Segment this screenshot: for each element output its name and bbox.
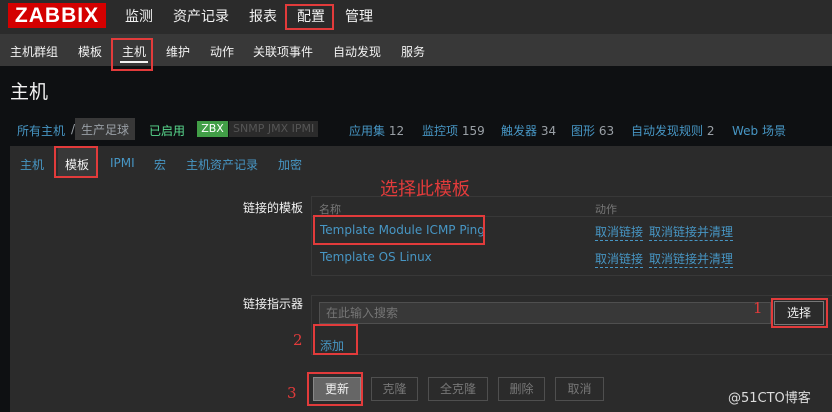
tab-inventory[interactable]: 主机资产记录 [186, 156, 258, 173]
breadcrumb-all-hosts[interactable]: 所有主机 [17, 122, 65, 139]
topnav-reports[interactable]: 报表 [249, 6, 277, 26]
subnav-actions[interactable]: 动作 [210, 43, 234, 60]
other-availability-badges: SNMP JMX IPMI [229, 121, 319, 137]
unlink-and-clear-button[interactable]: 取消链接并清理 [649, 250, 734, 268]
crumb-graphs[interactable]: 图形 63 [571, 122, 614, 139]
breadcrumb-current-host[interactable]: 生产足球 [75, 118, 136, 140]
link-indicator-label: 链接指示器 [243, 297, 304, 311]
subnav-maintenance[interactable]: 维护 [166, 43, 190, 60]
crumb-applications[interactable]: 应用集 12 [349, 122, 404, 139]
linked-templates-label: 链接的模板 [243, 201, 304, 215]
template-link-os-linux[interactable]: Template OS Linux [320, 250, 432, 264]
crumb-triggers[interactable]: 触发器 34 [501, 122, 556, 139]
topnav-monitoring[interactable]: 监测 [125, 6, 153, 26]
zabbix-logo[interactable]: ZABBIX [8, 3, 106, 28]
column-action-header: 动作 [595, 203, 617, 216]
subnav-correlation[interactable]: 关联项事件 [253, 43, 313, 60]
topnav-administration[interactable]: 管理 [345, 6, 373, 26]
host-status-enabled[interactable]: 已启用 [149, 122, 185, 139]
crumb-web-scenarios[interactable]: Web 场景 [732, 122, 786, 139]
subnav-discovery[interactable]: 自动发现 [333, 43, 381, 60]
tab-encryption[interactable]: 加密 [278, 156, 302, 173]
zbx-availability-badge: ZBX [197, 121, 228, 137]
clone-button[interactable]: 克隆 [371, 377, 418, 401]
annotation-title: 选择此模板 [380, 179, 470, 200]
crumb-discovery-rules[interactable]: 自动发现规则 2 [631, 122, 714, 139]
tab-ipmi[interactable]: IPMI [110, 156, 135, 170]
annotation-box-icmp-template [313, 215, 485, 245]
annotation-box-add [313, 324, 358, 355]
subnav-services[interactable]: 服务 [401, 43, 425, 60]
full-clone-button[interactable]: 全克隆 [428, 377, 488, 401]
topnav-inventory[interactable]: 资产记录 [173, 6, 229, 26]
annotation-number-1: 1 [753, 299, 763, 317]
page-title: 主机 [10, 81, 49, 103]
template-search-input[interactable] [319, 302, 771, 324]
annotation-box-select [771, 298, 828, 328]
unlink-and-clear-button[interactable]: 取消链接并清理 [649, 223, 734, 241]
subnav-host-groups[interactable]: 主机群组 [10, 43, 58, 60]
unlink-button[interactable]: 取消链接 [595, 223, 644, 241]
delete-button[interactable]: 删除 [498, 377, 545, 401]
annotation-box-update [307, 372, 363, 406]
annotation-box-templates-tab [54, 146, 98, 178]
crumb-items[interactable]: 监控项 159 [422, 122, 485, 139]
unlink-button[interactable]: 取消链接 [595, 250, 644, 268]
subnav-templates[interactable]: 模板 [78, 43, 102, 60]
watermark: @51CTO博客 [728, 391, 811, 406]
cancel-button[interactable]: 取消 [555, 377, 604, 401]
annotation-box-config [285, 4, 334, 30]
annotation-box-hosts [111, 38, 153, 71]
tab-host[interactable]: 主机 [20, 156, 44, 173]
annotation-number-3: 3 [287, 384, 297, 402]
tab-macros[interactable]: 宏 [154, 156, 166, 173]
annotation-number-2: 2 [293, 331, 303, 349]
